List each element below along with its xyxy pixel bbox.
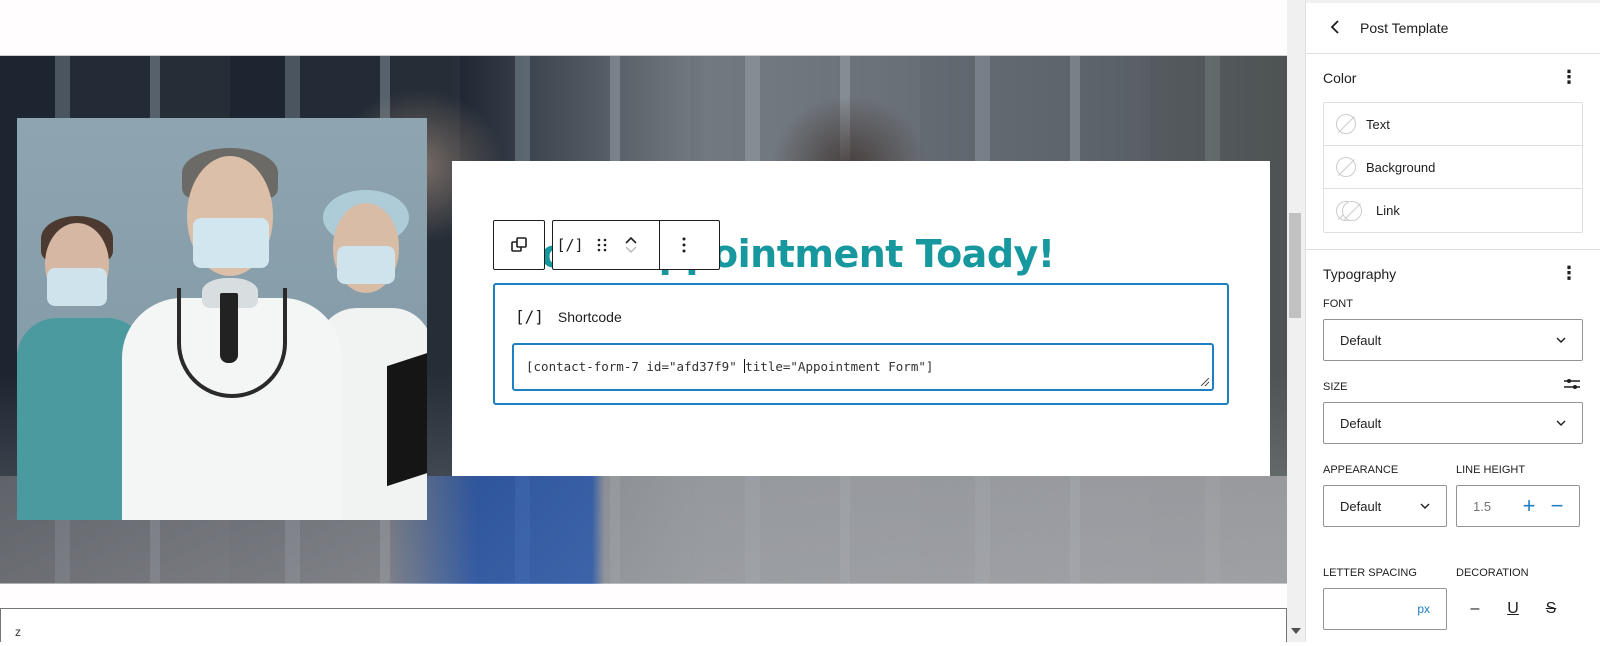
decrement-button[interactable]: − [1543, 495, 1571, 517]
color-item-label: Background [1366, 159, 1436, 175]
font-label: FONT [1323, 298, 1353, 310]
next-block-text: z [15, 625, 21, 639]
font-select-value: Default [1340, 332, 1382, 348]
shortcode-label-text: Shortcode [557, 308, 622, 325]
shortcode-input[interactable]: [contact-form-7 id="afd37f9" title="Appo… [512, 343, 1214, 391]
chevron-left-icon[interactable] [1330, 17, 1342, 40]
sliders-icon[interactable] [1564, 377, 1580, 391]
block-options-button[interactable] [660, 221, 708, 269]
sidebar-title: Post Template [1360, 20, 1449, 36]
strikethrough-icon[interactable]: S [1542, 600, 1560, 618]
size-label: SIZE [1323, 381, 1348, 393]
chevron-down-icon [1556, 420, 1566, 426]
block-mover [617, 221, 645, 269]
medical-team-image[interactable] [17, 118, 427, 520]
letter-spacing-unit[interactable]: px [1417, 602, 1430, 616]
font-select[interactable]: Default [1323, 319, 1583, 361]
shortcode-block[interactable]: [/] Shortcode [contact-form-7 id="afd37f… [493, 283, 1229, 405]
line-height-label: LINE HEIGHT [1456, 464, 1526, 476]
letter-spacing-input[interactable]: px [1323, 588, 1447, 630]
underline-icon[interactable]: U [1504, 600, 1522, 618]
editor-scrollbar[interactable] [1287, 0, 1305, 642]
stethoscope [177, 288, 287, 398]
more-vertical-icon [682, 237, 686, 253]
shortcode-icon: [/] [515, 307, 544, 326]
typography-panel: Typography ⋮ FONT Default SIZE Default A… [1306, 250, 1600, 646]
size-select[interactable]: Default [1323, 402, 1583, 444]
color-panel: Color ⋮ Text Background Link [1306, 54, 1600, 250]
nurse-right-mask [337, 246, 395, 284]
shortcode-icon: [/] [556, 236, 584, 254]
select-parent-icon [511, 237, 527, 252]
size-select-value: Default [1340, 415, 1382, 431]
scroll-down-arrow-icon[interactable] [1291, 628, 1301, 634]
decoration-options: – U S [1456, 588, 1580, 630]
select-parent-button[interactable] [493, 220, 545, 270]
color-list: Text Background Link [1323, 102, 1583, 233]
settings-sidebar: Post Template Color ⋮ Text Background Li… [1305, 0, 1600, 642]
double-swatch-icon [1336, 200, 1362, 221]
color-item-text[interactable]: Text [1324, 103, 1582, 146]
line-height-value: 1.5 [1473, 498, 1492, 514]
increment-button[interactable]: + [1515, 495, 1543, 517]
color-item-label: Link [1376, 203, 1400, 218]
appearance-label: APPEARANCE [1323, 464, 1399, 476]
empty-swatch-icon [1336, 157, 1356, 177]
chevron-down-icon [1420, 503, 1430, 509]
doctor-mask [193, 218, 269, 268]
resize-grip-icon[interactable] [1201, 378, 1209, 386]
letter-spacing-label: LETTER SPACING [1323, 567, 1417, 579]
shortcode-value-part1: [contact-form-7 id="afd37f9" [526, 359, 745, 374]
decoration-label: DECORATION [1456, 567, 1529, 579]
move-down-icon[interactable] [624, 245, 638, 255]
next-block-field[interactable]: z [0, 608, 1287, 642]
color-options-icon[interactable]: ⋮ [1560, 68, 1578, 86]
color-item-background[interactable]: Background [1324, 146, 1582, 189]
appearance-select-value: Default [1340, 498, 1382, 514]
color-panel-title: Color [1323, 70, 1357, 86]
empty-swatch-icon [1336, 114, 1356, 134]
editor-scroll-thumb[interactable] [1289, 213, 1301, 318]
drag-handle[interactable] [587, 221, 617, 269]
block-toolbar: [/] [552, 220, 720, 270]
nurse-left-mask [47, 268, 107, 306]
line-height-input[interactable]: 1.5 + − [1456, 485, 1580, 527]
color-item-link[interactable]: Link [1324, 189, 1582, 232]
chevron-down-icon [1556, 337, 1566, 343]
typography-panel-title: Typography [1323, 266, 1397, 282]
block-type-button[interactable]: [/] [553, 221, 587, 269]
color-item-label: Text [1366, 116, 1390, 132]
typography-options-icon[interactable]: ⋮ [1560, 264, 1578, 282]
editor-canvas: ook Appointment Toady! [/] [/] Shortcode… [0, 0, 1287, 642]
move-up-icon[interactable] [624, 235, 638, 245]
sidebar-header: Post Template [1306, 0, 1600, 54]
shortcode-value-part2: title="Appointment Form"] [745, 359, 934, 374]
decoration-none-icon[interactable]: – [1466, 600, 1484, 618]
drag-handle-icon [597, 238, 607, 252]
shortcode-label: [/] Shortcode [515, 307, 622, 326]
appearance-select[interactable]: Default [1323, 485, 1447, 527]
clipboard [387, 349, 427, 487]
